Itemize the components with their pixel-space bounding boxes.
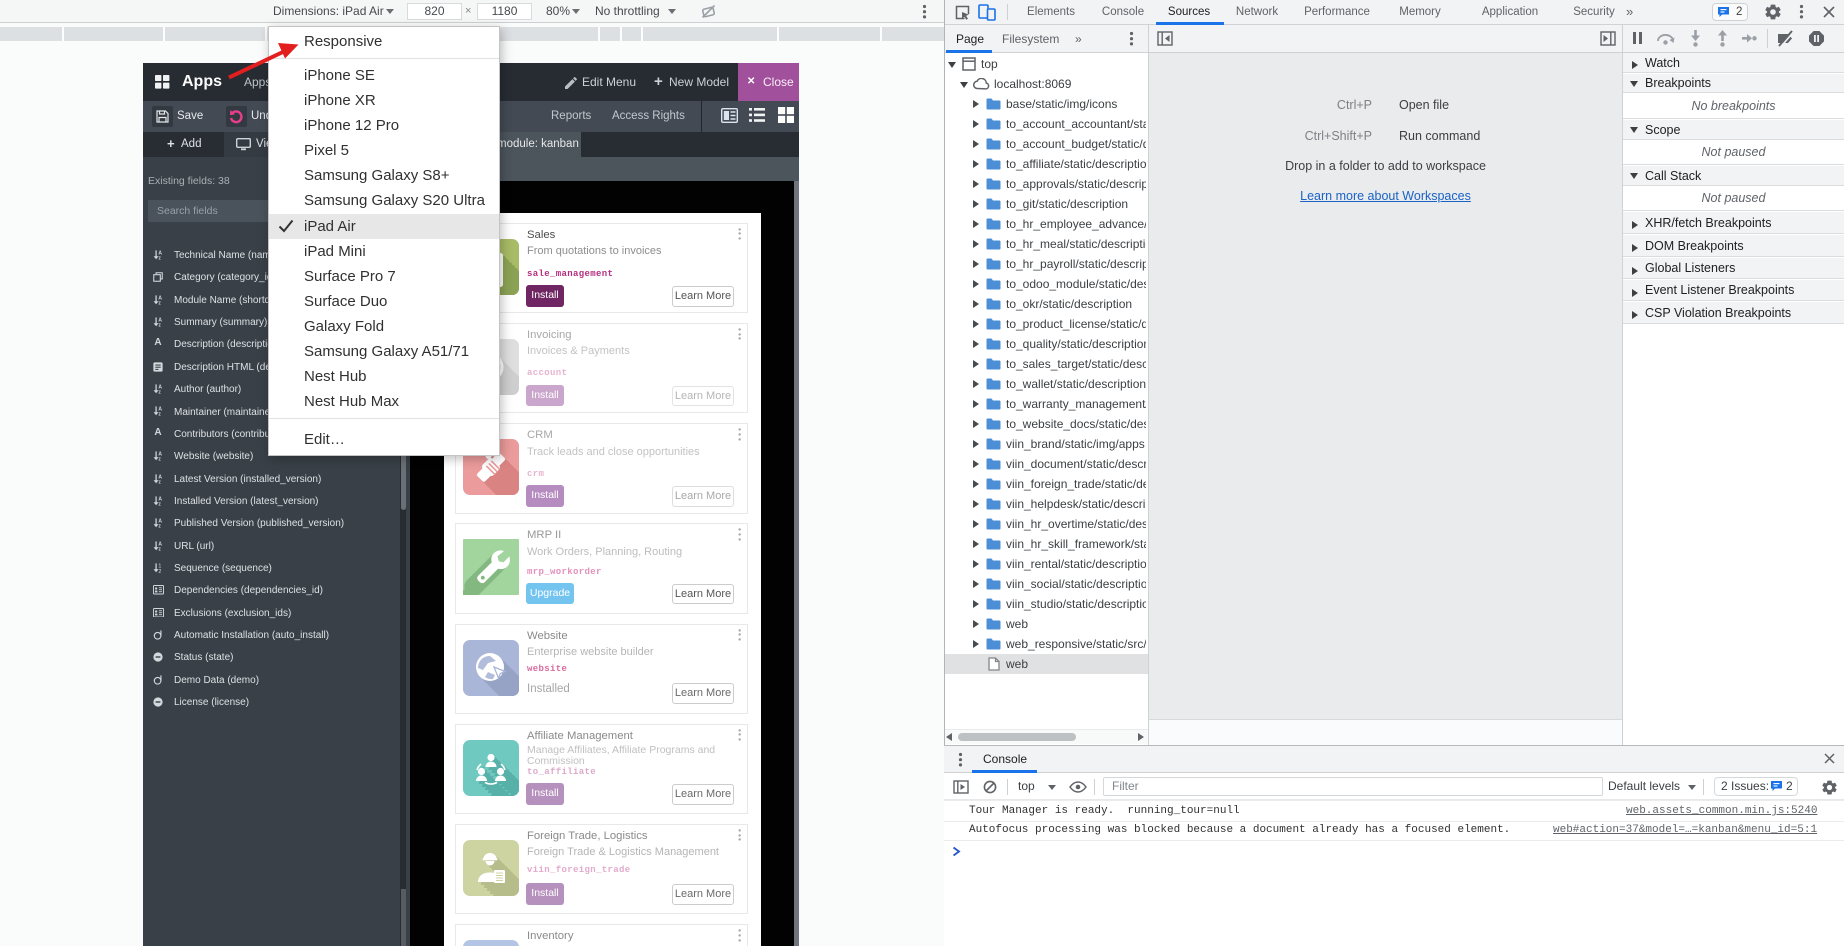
- svg-text:z: z: [158, 300, 161, 304]
- svg-text:z: z: [158, 502, 161, 506]
- svg-text:z: z: [158, 546, 161, 550]
- svg-text:z: z: [158, 390, 161, 394]
- svg-text:z: z: [158, 412, 161, 416]
- svg-text:2: 2: [158, 569, 161, 573]
- svg-text:z: z: [158, 457, 161, 461]
- svg-text:z: z: [158, 323, 161, 327]
- svg-text:z: z: [158, 479, 161, 483]
- svg-text:z: z: [158, 256, 161, 260]
- svg-text:z: z: [158, 524, 161, 528]
